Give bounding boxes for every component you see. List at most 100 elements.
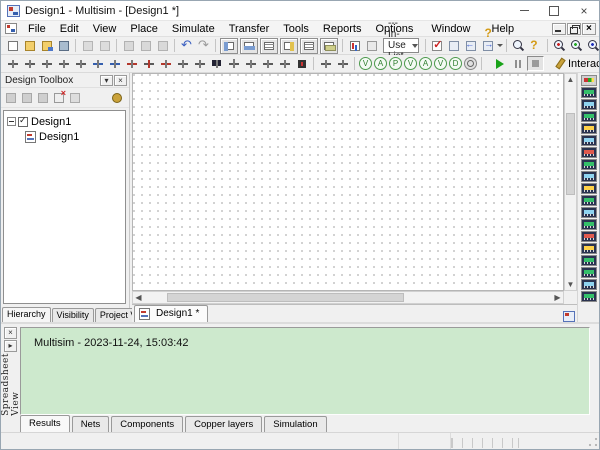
tree-root-row[interactable]: Design1	[7, 114, 125, 129]
menu-item-view[interactable]: View	[86, 21, 124, 36]
vertical-scroll-thumb[interactable]	[566, 113, 575, 195]
horizontal-scroll-thumb[interactable]	[167, 293, 404, 302]
place-electromechanical[interactable]	[243, 56, 259, 71]
instrument-network-analyzer[interactable]	[581, 231, 597, 242]
menu-item-edit[interactable]: Edit	[53, 21, 86, 36]
place-misc[interactable]	[192, 56, 208, 71]
new-design[interactable]	[3, 90, 19, 105]
back-annotate[interactable]	[463, 38, 479, 53]
open-design[interactable]	[19, 90, 35, 105]
close-button[interactable]: ×	[569, 1, 599, 20]
digital-probe[interactable]: D	[449, 57, 462, 70]
document-tab[interactable]: Design1 *	[134, 305, 208, 322]
open-sample[interactable]	[39, 38, 55, 53]
spreadsheet-tab-results[interactable]: Results	[20, 415, 70, 433]
maximize-button[interactable]	[539, 1, 569, 20]
menu-item-window[interactable]: Window	[424, 21, 477, 36]
toggle-circuit-parameters[interactable]	[300, 38, 318, 54]
print[interactable]	[80, 38, 96, 53]
annotate-dropdown-icon[interactable]	[497, 44, 503, 47]
place-transistor[interactable]	[56, 56, 72, 71]
open[interactable]	[22, 38, 38, 53]
stop-button[interactable]	[527, 56, 544, 71]
tab-list-icon[interactable]	[563, 311, 575, 322]
place-misc-digital[interactable]	[124, 56, 140, 71]
forward-annotate[interactable]	[480, 38, 496, 53]
schematic-canvas[interactable]	[132, 73, 564, 291]
pause-button[interactable]	[509, 56, 527, 72]
place-power-component[interactable]	[175, 56, 191, 71]
place-bus[interactable]	[335, 56, 351, 71]
toggle-design-toolbox[interactable]	[220, 38, 238, 54]
copy[interactable]	[138, 38, 154, 53]
vertical-scrollbar[interactable]: ▲ ▼	[564, 73, 577, 291]
tree-collapse-icon[interactable]	[7, 117, 16, 126]
tree-child-row[interactable]: Design1	[7, 129, 125, 144]
instrument-four-channel-oscilloscope[interactable]	[581, 123, 597, 134]
paste[interactable]	[155, 38, 171, 53]
instrument-current-clamp[interactable]	[581, 291, 597, 302]
undo[interactable]	[179, 38, 195, 53]
place-indicator[interactable]	[158, 56, 174, 71]
copy-design[interactable]	[67, 90, 83, 105]
tree-checkbox[interactable]	[18, 117, 28, 127]
chevron-down-icon[interactable]	[412, 39, 418, 52]
spreadsheet-tab-components[interactable]: Components	[111, 416, 183, 433]
place-analog[interactable]	[73, 56, 89, 71]
toggle-spice-netlist-viewer[interactable]	[260, 38, 278, 54]
toggle-labview-cosimulation[interactable]	[280, 38, 298, 54]
voltage-probe[interactable]: V	[359, 57, 372, 70]
panel-pin-button[interactable]: ▾	[100, 75, 113, 86]
current-probe[interactable]: A	[374, 57, 387, 70]
place-mixed[interactable]	[141, 56, 157, 71]
tree-child-label[interactable]: Design1	[39, 131, 79, 143]
zoom-area[interactable]	[585, 38, 600, 53]
close-design[interactable]	[51, 90, 67, 105]
electrical-rules-check[interactable]	[429, 38, 445, 53]
power-probe[interactable]: P	[389, 57, 402, 70]
place-source[interactable]	[5, 56, 21, 71]
minimize-button[interactable]	[509, 1, 539, 20]
place-ttl[interactable]	[90, 56, 106, 71]
instrument-function-generator[interactable]	[581, 87, 597, 98]
spreadsheet-expand-button[interactable]: ▸	[4, 340, 17, 352]
instrument-distortion-analyzer[interactable]	[581, 207, 597, 218]
postprocessor[interactable]	[364, 38, 380, 53]
toolbox-tab-visibility[interactable]: Visibility	[52, 308, 94, 322]
new[interactable]	[5, 38, 21, 53]
menu-item-reports[interactable]: Reports	[316, 21, 369, 36]
place-rf[interactable]	[226, 56, 242, 71]
grapher[interactable]	[347, 38, 363, 53]
resize-grip[interactable]	[586, 436, 599, 449]
redo[interactable]	[196, 38, 212, 53]
menu-item-place[interactable]: Place	[123, 21, 165, 36]
zoom-out[interactable]	[568, 38, 584, 53]
place-ni-component[interactable]	[260, 56, 276, 71]
toolbox-tab-hierarchy[interactable]: Hierarchy	[2, 307, 51, 322]
instrument-spectrum-analyzer[interactable]	[581, 219, 597, 230]
spreadsheet-tab-nets[interactable]: Nets	[72, 416, 110, 433]
instrument-agilent-multimeter[interactable]	[581, 255, 597, 266]
place-basic[interactable]	[22, 56, 38, 71]
place-advanced-peripherals[interactable]	[209, 56, 225, 71]
place-connector[interactable]	[277, 56, 293, 71]
instrument-logic-converter[interactable]	[581, 183, 597, 194]
help[interactable]	[527, 38, 543, 53]
mdi-minimize-button[interactable]	[552, 23, 566, 35]
toggle-breadboard[interactable]	[320, 38, 338, 54]
tree-root-label[interactable]: Design1	[31, 116, 71, 128]
scroll-up-icon[interactable]: ▲	[565, 74, 576, 85]
instrument-bode-plotter[interactable]	[581, 135, 597, 146]
instrument-oscilloscope[interactable]	[581, 111, 597, 122]
horizontal-scrollbar[interactable]: ◀ ▶	[132, 291, 564, 304]
save-design[interactable]	[35, 90, 51, 105]
mdi-close-button[interactable]	[582, 23, 596, 35]
instrument-tektronix-oscilloscope[interactable]	[581, 279, 597, 290]
menu-item-simulate[interactable]: Simulate	[165, 21, 222, 36]
toggle-spreadsheet-view[interactable]	[240, 38, 258, 54]
instrument-wattmeter[interactable]	[581, 99, 597, 110]
instrument-multimeter[interactable]	[581, 75, 597, 86]
menu-item-help[interactable]: Help	[478, 21, 522, 36]
menu-item-tools[interactable]: Tools	[276, 21, 316, 36]
probe-settings[interactable]	[464, 57, 477, 70]
